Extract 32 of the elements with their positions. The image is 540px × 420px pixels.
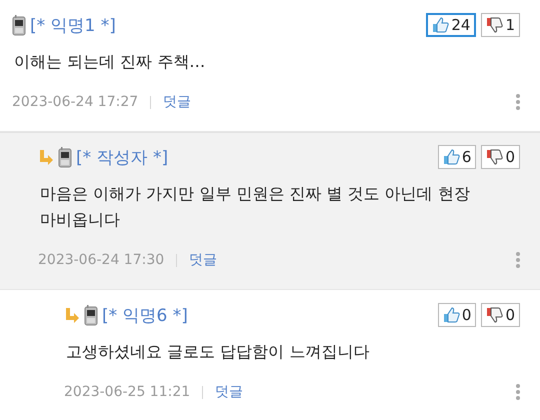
author-name: [* 익명1 *] — [30, 14, 116, 36]
like-button[interactable]: 0 — [438, 303, 476, 327]
thumbs-up-icon — [442, 149, 460, 165]
author-name: [* 익명6 *] — [102, 304, 188, 326]
comment-text: 고생하셨네요 글로도 답답함이 느껴집니다 — [66, 341, 370, 363]
more-icon[interactable] — [516, 251, 520, 269]
comment-date: 2023-06-25 11:21 — [64, 384, 190, 400]
thumbs-down-icon — [486, 149, 504, 165]
reply-link[interactable]: 덧글 — [215, 383, 244, 401]
like-button[interactable]: 24 — [426, 13, 476, 37]
thumbs-down-icon — [486, 17, 504, 33]
more-icon[interactable] — [516, 93, 520, 111]
comment-date: 2023-06-24 17:30 — [38, 252, 164, 268]
more-icon[interactable] — [516, 383, 520, 401]
dislike-button[interactable]: 1 — [481, 13, 520, 37]
thumbs-up-icon — [442, 307, 460, 323]
phone-icon — [12, 14, 26, 36]
phone-icon — [84, 304, 98, 326]
reply-arrow-icon — [64, 307, 80, 323]
phone-icon — [58, 146, 72, 168]
reply-link[interactable]: 덧글 — [163, 93, 192, 111]
like-button[interactable]: 6 — [438, 145, 476, 169]
reply-arrow-icon — [38, 149, 54, 165]
author-name: [* 작성자 *] — [76, 146, 168, 168]
comment-date: 2023-06-24 17:27 — [12, 94, 138, 110]
dislike-button[interactable]: 0 — [481, 145, 520, 169]
comment-text: 이해는 되는데 진짜 주책… — [14, 51, 206, 73]
thumbs-up-icon — [432, 17, 450, 33]
comment-text: 마음은 이해가 가지만 일부 민원은 진짜 별 것도 아닌데 현장 마비옵니다 — [40, 183, 471, 231]
reply-link[interactable]: 덧글 — [189, 251, 218, 269]
dislike-button[interactable]: 0 — [481, 303, 520, 327]
thumbs-down-icon — [486, 307, 504, 323]
